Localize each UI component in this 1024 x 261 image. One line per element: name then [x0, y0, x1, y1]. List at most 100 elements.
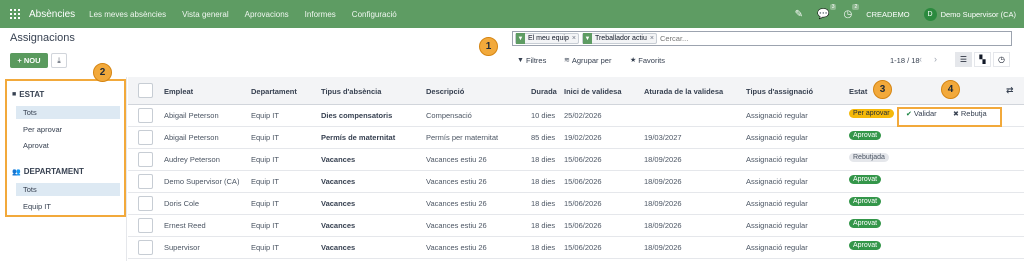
- cell-end-validity: 18/09/2026: [644, 155, 682, 164]
- top-navbar: Absències Les meves absències Vista gene…: [0, 0, 1024, 28]
- cell-end-validity: 19/03/2027: [644, 133, 682, 142]
- cell-absence-type: Vacances: [321, 221, 356, 230]
- cell-description: Compensació: [426, 111, 472, 120]
- list-icon: ☰: [959, 55, 968, 64]
- cell-start-validity: 15/06/2026: [564, 221, 602, 230]
- favorites-button[interactable]: ★ Favorits: [630, 53, 665, 67]
- cell-department: Equip IT: [251, 133, 279, 142]
- column-status[interactable]: Estat: [849, 87, 867, 96]
- column-employee[interactable]: Empleat: [164, 87, 193, 96]
- row-checkbox[interactable]: [138, 130, 153, 145]
- cell-department: Equip IT: [251, 199, 279, 208]
- list-view-button[interactable]: ☰: [955, 52, 972, 67]
- chat-count-badge: 3: [829, 3, 837, 10]
- status-badge: Aprovat: [849, 175, 882, 184]
- remove-facet-icon[interactable]: ×: [650, 35, 656, 42]
- cell-duration: 18 dies: [531, 155, 556, 164]
- app-name[interactable]: Absències: [29, 9, 75, 20]
- cell-employee: Supervisor: [164, 243, 200, 252]
- cell-duration: 18 dies: [531, 243, 556, 252]
- cell-allocation-type: Assignació regular: [746, 155, 808, 164]
- status-badge: Aprovat: [849, 241, 882, 250]
- row-checkbox[interactable]: [138, 218, 153, 233]
- user-menu[interactable]: Demo Supervisor (CA): [941, 10, 1016, 19]
- table-row[interactable]: Abigail Peterson Equip IT Permís de mate…: [128, 127, 1024, 149]
- filter-icon: ▼: [582, 33, 592, 44]
- group-by-button[interactable]: ≋ Agrupar per: [564, 53, 611, 67]
- pager-value[interactable]: 1-18 / 18: [890, 56, 920, 65]
- cell-department: Equip IT: [251, 243, 279, 252]
- optional-columns-icon[interactable]: ⇄: [1006, 85, 1014, 96]
- table-row[interactable]: Audrey Peterson Equip IT Vacances Vacanc…: [128, 149, 1024, 171]
- row-checkbox[interactable]: [138, 152, 153, 167]
- cell-absence-type: Permís de maternitat: [321, 133, 396, 142]
- filters-button[interactable]: ▼ Filtres: [517, 53, 546, 67]
- cell-allocation-type: Assignació regular: [746, 133, 808, 142]
- clock-icon[interactable]: ◷ 2: [843, 3, 860, 20]
- select-all-checkbox[interactable]: [138, 83, 153, 98]
- table-row[interactable]: Demo Supervisor (CA) Equip IT Vacances V…: [128, 171, 1024, 193]
- previous-page-icon[interactable]: ‹: [919, 54, 922, 64]
- activity-view-button[interactable]: ◷: [993, 52, 1010, 67]
- kanban-icon: ▚: [979, 55, 986, 64]
- chat-icon[interactable]: 💬 3: [817, 3, 837, 20]
- cell-start-validity: 15/06/2026: [564, 199, 602, 208]
- cell-duration: 18 dies: [531, 221, 556, 230]
- menu-my-absences[interactable]: Les meves absències: [89, 10, 166, 19]
- cell-absence-type: Vacances: [321, 243, 356, 252]
- search-input[interactable]: [659, 34, 960, 43]
- column-department[interactable]: Departament: [251, 87, 297, 96]
- cell-end-validity: 18/09/2026: [644, 177, 682, 186]
- table-row[interactable]: Abigail Peterson Equip IT Dies compensat…: [128, 105, 1024, 127]
- cell-description: Vacances estiu 26: [426, 177, 487, 186]
- cell-absence-type: Vacances: [321, 199, 356, 208]
- row-checkbox[interactable]: [138, 174, 153, 189]
- menu-overview[interactable]: Vista general: [182, 10, 229, 19]
- download-button[interactable]: ⤓: [51, 53, 67, 68]
- star-icon: ★: [630, 57, 637, 64]
- cell-start-validity: 15/06/2026: [564, 177, 602, 186]
- cell-allocation-type: Assignació regular: [746, 177, 808, 186]
- page-title: Assignacions: [10, 32, 75, 44]
- column-description[interactable]: Descripció: [426, 87, 464, 96]
- cell-department: Equip IT: [251, 221, 279, 230]
- cell-duration: 10 dies: [531, 111, 556, 120]
- cell-end-validity: 18/09/2026: [644, 243, 682, 252]
- cell-department: Equip IT: [251, 155, 279, 164]
- remove-facet-icon[interactable]: ×: [572, 35, 578, 42]
- cell-duration: 18 dies: [531, 177, 556, 186]
- pencil-icon[interactable]: ✎: [795, 9, 803, 20]
- cell-start-validity: 19/02/2026: [564, 133, 602, 142]
- column-allocation-type[interactable]: Tipus d'assignació: [746, 87, 813, 96]
- menu-reports[interactable]: Informes: [305, 10, 336, 19]
- table-row[interactable]: Ernest Reed Equip IT Vacances Vacances e…: [128, 215, 1024, 237]
- cell-duration: 85 dies: [531, 133, 556, 142]
- search-bar[interactable]: ▼ El meu equip × ▼ Treballador actiu ×: [512, 31, 1012, 46]
- cell-description: Vacances estiu 26: [426, 243, 487, 252]
- column-duration[interactable]: Durada: [531, 87, 557, 96]
- column-end-validity[interactable]: Aturada de la validesa: [644, 87, 723, 96]
- table-row[interactable]: Supervisor Equip IT Vacances Vacances es…: [128, 237, 1024, 259]
- menu-approvals[interactable]: Aprovacions: [245, 10, 289, 19]
- row-checkbox[interactable]: [138, 240, 153, 255]
- cell-allocation-type: Assignació regular: [746, 221, 808, 230]
- column-absence-type[interactable]: Tipus d'absència: [321, 87, 381, 96]
- column-start-validity[interactable]: Inici de validesa: [564, 87, 622, 96]
- menu-configuration[interactable]: Configuració: [352, 10, 397, 19]
- row-checkbox[interactable]: [138, 108, 153, 123]
- cell-employee: Audrey Peterson: [164, 155, 220, 164]
- avatar[interactable]: D: [923, 7, 937, 21]
- company-switcher[interactable]: CREADEMO: [866, 10, 909, 19]
- cell-description: Permís per maternitat: [426, 133, 499, 142]
- cell-absence-type: Dies compensatoris: [321, 111, 393, 120]
- new-button[interactable]: + NOU: [10, 53, 48, 68]
- cell-duration: 18 dies: [531, 199, 556, 208]
- kanban-view-button[interactable]: ▚: [974, 52, 991, 67]
- next-page-icon[interactable]: ›: [934, 54, 937, 64]
- table-row[interactable]: Doris Cole Equip IT Vacances Vacances es…: [128, 193, 1024, 215]
- actions-highlight-frame: [897, 107, 1002, 127]
- layers-icon: ≋: [564, 57, 570, 64]
- row-checkbox[interactable]: [138, 196, 153, 211]
- apps-grid-icon[interactable]: [10, 9, 20, 19]
- cell-employee: Ernest Reed: [164, 221, 206, 230]
